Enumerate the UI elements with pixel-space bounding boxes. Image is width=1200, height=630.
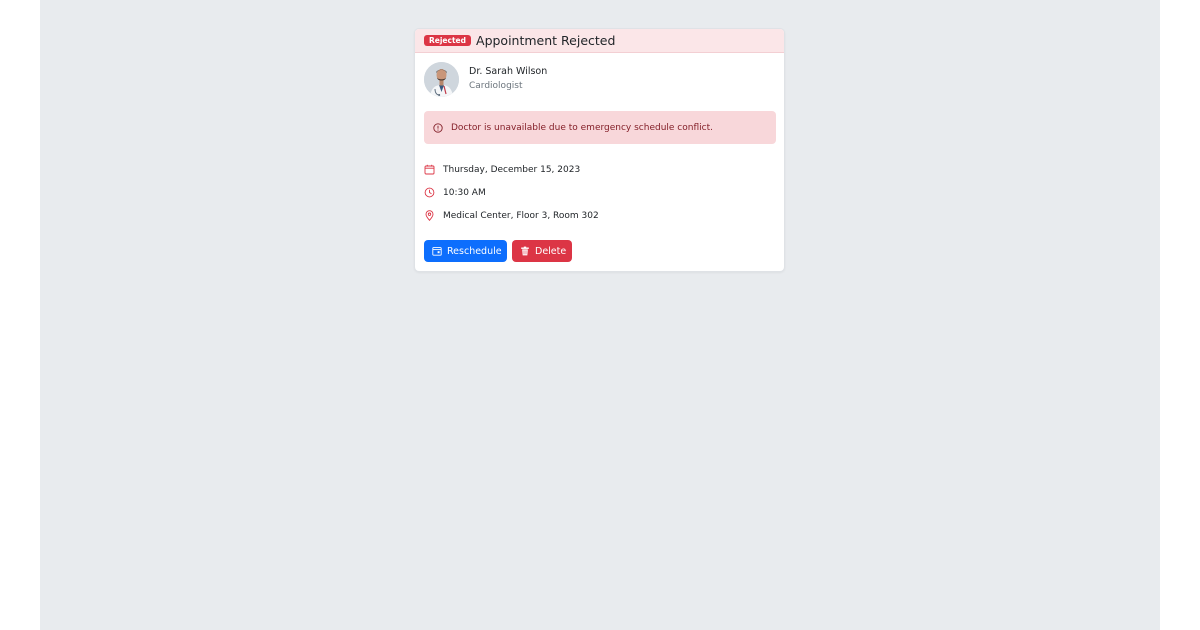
doctor-avatar (424, 62, 459, 97)
map-pin-icon (424, 210, 435, 221)
appointment-date: Thursday, December 15, 2023 (424, 164, 580, 175)
appointment-time: 10:30 AM (424, 187, 486, 198)
doctor-portrait-icon (424, 62, 459, 97)
calendar-icon (424, 164, 435, 175)
status-badge: Rejected (424, 35, 472, 46)
delete-button[interactable]: Delete (512, 240, 572, 262)
reschedule-button[interactable]: Reschedule (424, 240, 507, 262)
card-title: Appointment Rejected (476, 33, 616, 48)
doctor-specialty: Cardiologist (469, 81, 523, 91)
appointment-card: Rejected Appointment Rejected Dr. Sarah … (414, 28, 785, 272)
calendar-event-icon (432, 246, 442, 256)
rejection-alert: Doctor is unavailable due to emergency s… (424, 111, 776, 144)
delete-label: Delete (535, 245, 567, 257)
card-header: Rejected Appointment Rejected (415, 29, 784, 53)
appointment-location: Medical Center, Floor 3, Room 302 (424, 210, 599, 221)
location-text: Medical Center, Floor 3, Room 302 (443, 210, 599, 221)
rejection-reason: Doctor is unavailable due to emergency s… (451, 122, 713, 133)
trash-icon (520, 246, 530, 256)
reschedule-label: Reschedule (447, 245, 502, 257)
doctor-row: Dr. Sarah Wilson Cardiologist (424, 62, 547, 97)
doctor-info: Dr. Sarah Wilson Cardiologist (469, 62, 547, 93)
time-text: 10:30 AM (443, 187, 486, 198)
doctor-name: Dr. Sarah Wilson (469, 66, 548, 77)
date-text: Thursday, December 15, 2023 (443, 164, 581, 175)
exclamation-circle-icon (433, 122, 443, 133)
clock-icon (424, 187, 435, 198)
